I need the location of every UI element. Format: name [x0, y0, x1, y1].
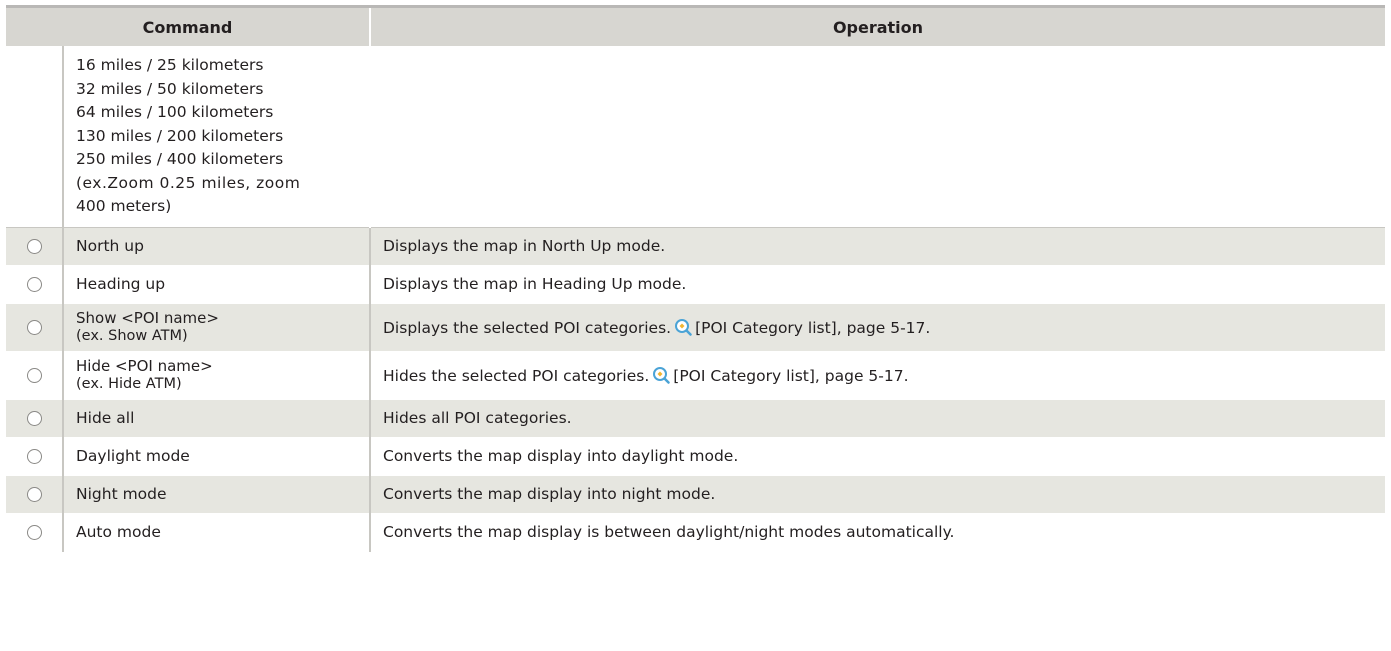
magnifier-icon: [674, 318, 692, 336]
empty-marker-cell: [6, 46, 63, 228]
operation-text: Converts the map display into daylight m…: [383, 447, 739, 465]
table-row: Show <POI name> (ex. Show ATM) Displays …: [6, 303, 1385, 352]
marker-cell: [6, 303, 63, 352]
command-cell: Daylight mode: [62, 437, 370, 476]
command-text: Daylight mode: [76, 447, 190, 465]
command-text: Auto mode: [76, 523, 161, 541]
circle-icon: [26, 525, 42, 540]
operation-text: Converts the map display into night mode…: [383, 485, 716, 503]
command-cell: Heading up: [62, 265, 370, 304]
reference-link[interactable]: [POI Category list]: [695, 319, 837, 337]
command-cell: Hide all: [62, 399, 370, 438]
table-row-zoom-levels: 16 miles / 25 kilometers 32 miles / 50 k…: [6, 46, 1385, 228]
zoom-example-line: 400 meters): [76, 197, 172, 215]
command-cell: Show <POI name> (ex. Show ATM): [62, 303, 370, 352]
table-row: Heading up Displays the map in Heading U…: [6, 265, 1385, 304]
operation-text: Hides all POI categories.: [383, 409, 572, 427]
command-example: (ex. Show ATM): [76, 328, 188, 344]
marker-cell: [6, 475, 63, 514]
zoom-line: 64 miles / 100 kilometers: [76, 103, 274, 121]
command-text: Hide all: [76, 409, 135, 427]
command-cell: Auto mode: [62, 513, 370, 552]
operation-cell: Hides all POI categories.: [369, 399, 1385, 438]
header-command: Command: [6, 8, 370, 46]
zoom-example-line: (ex.Zoom 0.25 miles, zoom: [76, 173, 301, 192]
reference-page: , page 5-17.: [836, 318, 931, 337]
zoom-line: 16 miles / 25 kilometers: [76, 56, 264, 74]
table-row: North up Displays the map in North Up mo…: [6, 227, 1385, 266]
operation-cell: Displays the map in North Up mode.: [369, 227, 1385, 266]
marker-cell: [6, 513, 63, 552]
header-operation: Operation: [369, 8, 1385, 46]
zoom-line: 130 miles / 200 kilometers: [76, 126, 284, 145]
circle-icon: [26, 277, 42, 292]
circle-icon: [26, 320, 42, 335]
table-row: Hide all Hides all POI categories.: [6, 399, 1385, 438]
operation-cell: Converts the map display is between dayl…: [369, 513, 1385, 552]
operation-text: Converts the map display is between dayl…: [383, 523, 955, 541]
zoom-line: 250 miles / 400 kilometers: [76, 150, 284, 168]
operation-cell: Converts the map display into daylight m…: [369, 437, 1385, 476]
command-cell: Hide <POI name> (ex. Hide ATM): [62, 351, 370, 400]
command-text: Show <POI name>: [76, 309, 219, 327]
table-row: Night mode Converts the map display into…: [6, 475, 1385, 514]
circle-icon: [26, 368, 42, 383]
command-text: Hide <POI name>: [76, 357, 213, 375]
command-text: Night mode: [76, 485, 167, 503]
command-text: Heading up: [76, 275, 166, 293]
operation-text: Displays the map in North Up mode.: [383, 237, 666, 255]
operation-text: Displays the map in Heading Up mode.: [383, 275, 687, 293]
circle-icon: [26, 449, 42, 464]
operation-cell: Displays the selected POI categories. [PO…: [369, 303, 1385, 352]
magnifier-icon: [652, 366, 671, 384]
zoom-line: 32 miles / 50 kilometers: [76, 79, 264, 98]
table-row: Daylight mode Converts the map display i…: [6, 437, 1385, 476]
command-table: Command Operation 16 miles / 25 kilomete…: [6, 8, 1385, 552]
marker-cell: [6, 399, 63, 438]
operation-cell: Converts the map display into night mode…: [369, 475, 1385, 514]
command-table-container: Command Operation 16 miles / 25 kilomete…: [6, 5, 1385, 552]
command-text: North up: [76, 237, 144, 255]
table-header-row: Command Operation: [6, 8, 1385, 46]
operation-cell: Displays the map in Heading Up mode.: [369, 265, 1385, 304]
marker-cell: [6, 265, 63, 304]
table-row: Hide <POI name> (ex. Hide ATM) Hides the…: [6, 351, 1385, 400]
circle-icon: [26, 239, 42, 254]
empty-operation-cell: [369, 46, 1385, 228]
reference-link[interactable]: [POI Category list]: [673, 367, 815, 385]
circle-icon: [26, 487, 42, 502]
operation-text: Displays the selected POI categories.: [383, 318, 672, 337]
marker-cell: [6, 351, 63, 400]
operation-cell: Hides the selected POI categories. [POI C…: [369, 351, 1385, 400]
operation-text: Hides the selected POI categories.: [383, 366, 650, 385]
marker-cell: [6, 437, 63, 476]
circle-icon: [26, 411, 42, 426]
reference-page: , page 5-17.: [814, 366, 909, 385]
zoom-levels-cell: 16 miles / 25 kilometers 32 miles / 50 k…: [62, 46, 370, 228]
command-cell: Night mode: [62, 475, 370, 514]
command-cell: North up: [62, 227, 370, 266]
table-row: Auto mode Converts the map display is be…: [6, 513, 1385, 552]
marker-cell: [6, 227, 63, 266]
command-example: (ex. Hide ATM): [76, 376, 182, 392]
